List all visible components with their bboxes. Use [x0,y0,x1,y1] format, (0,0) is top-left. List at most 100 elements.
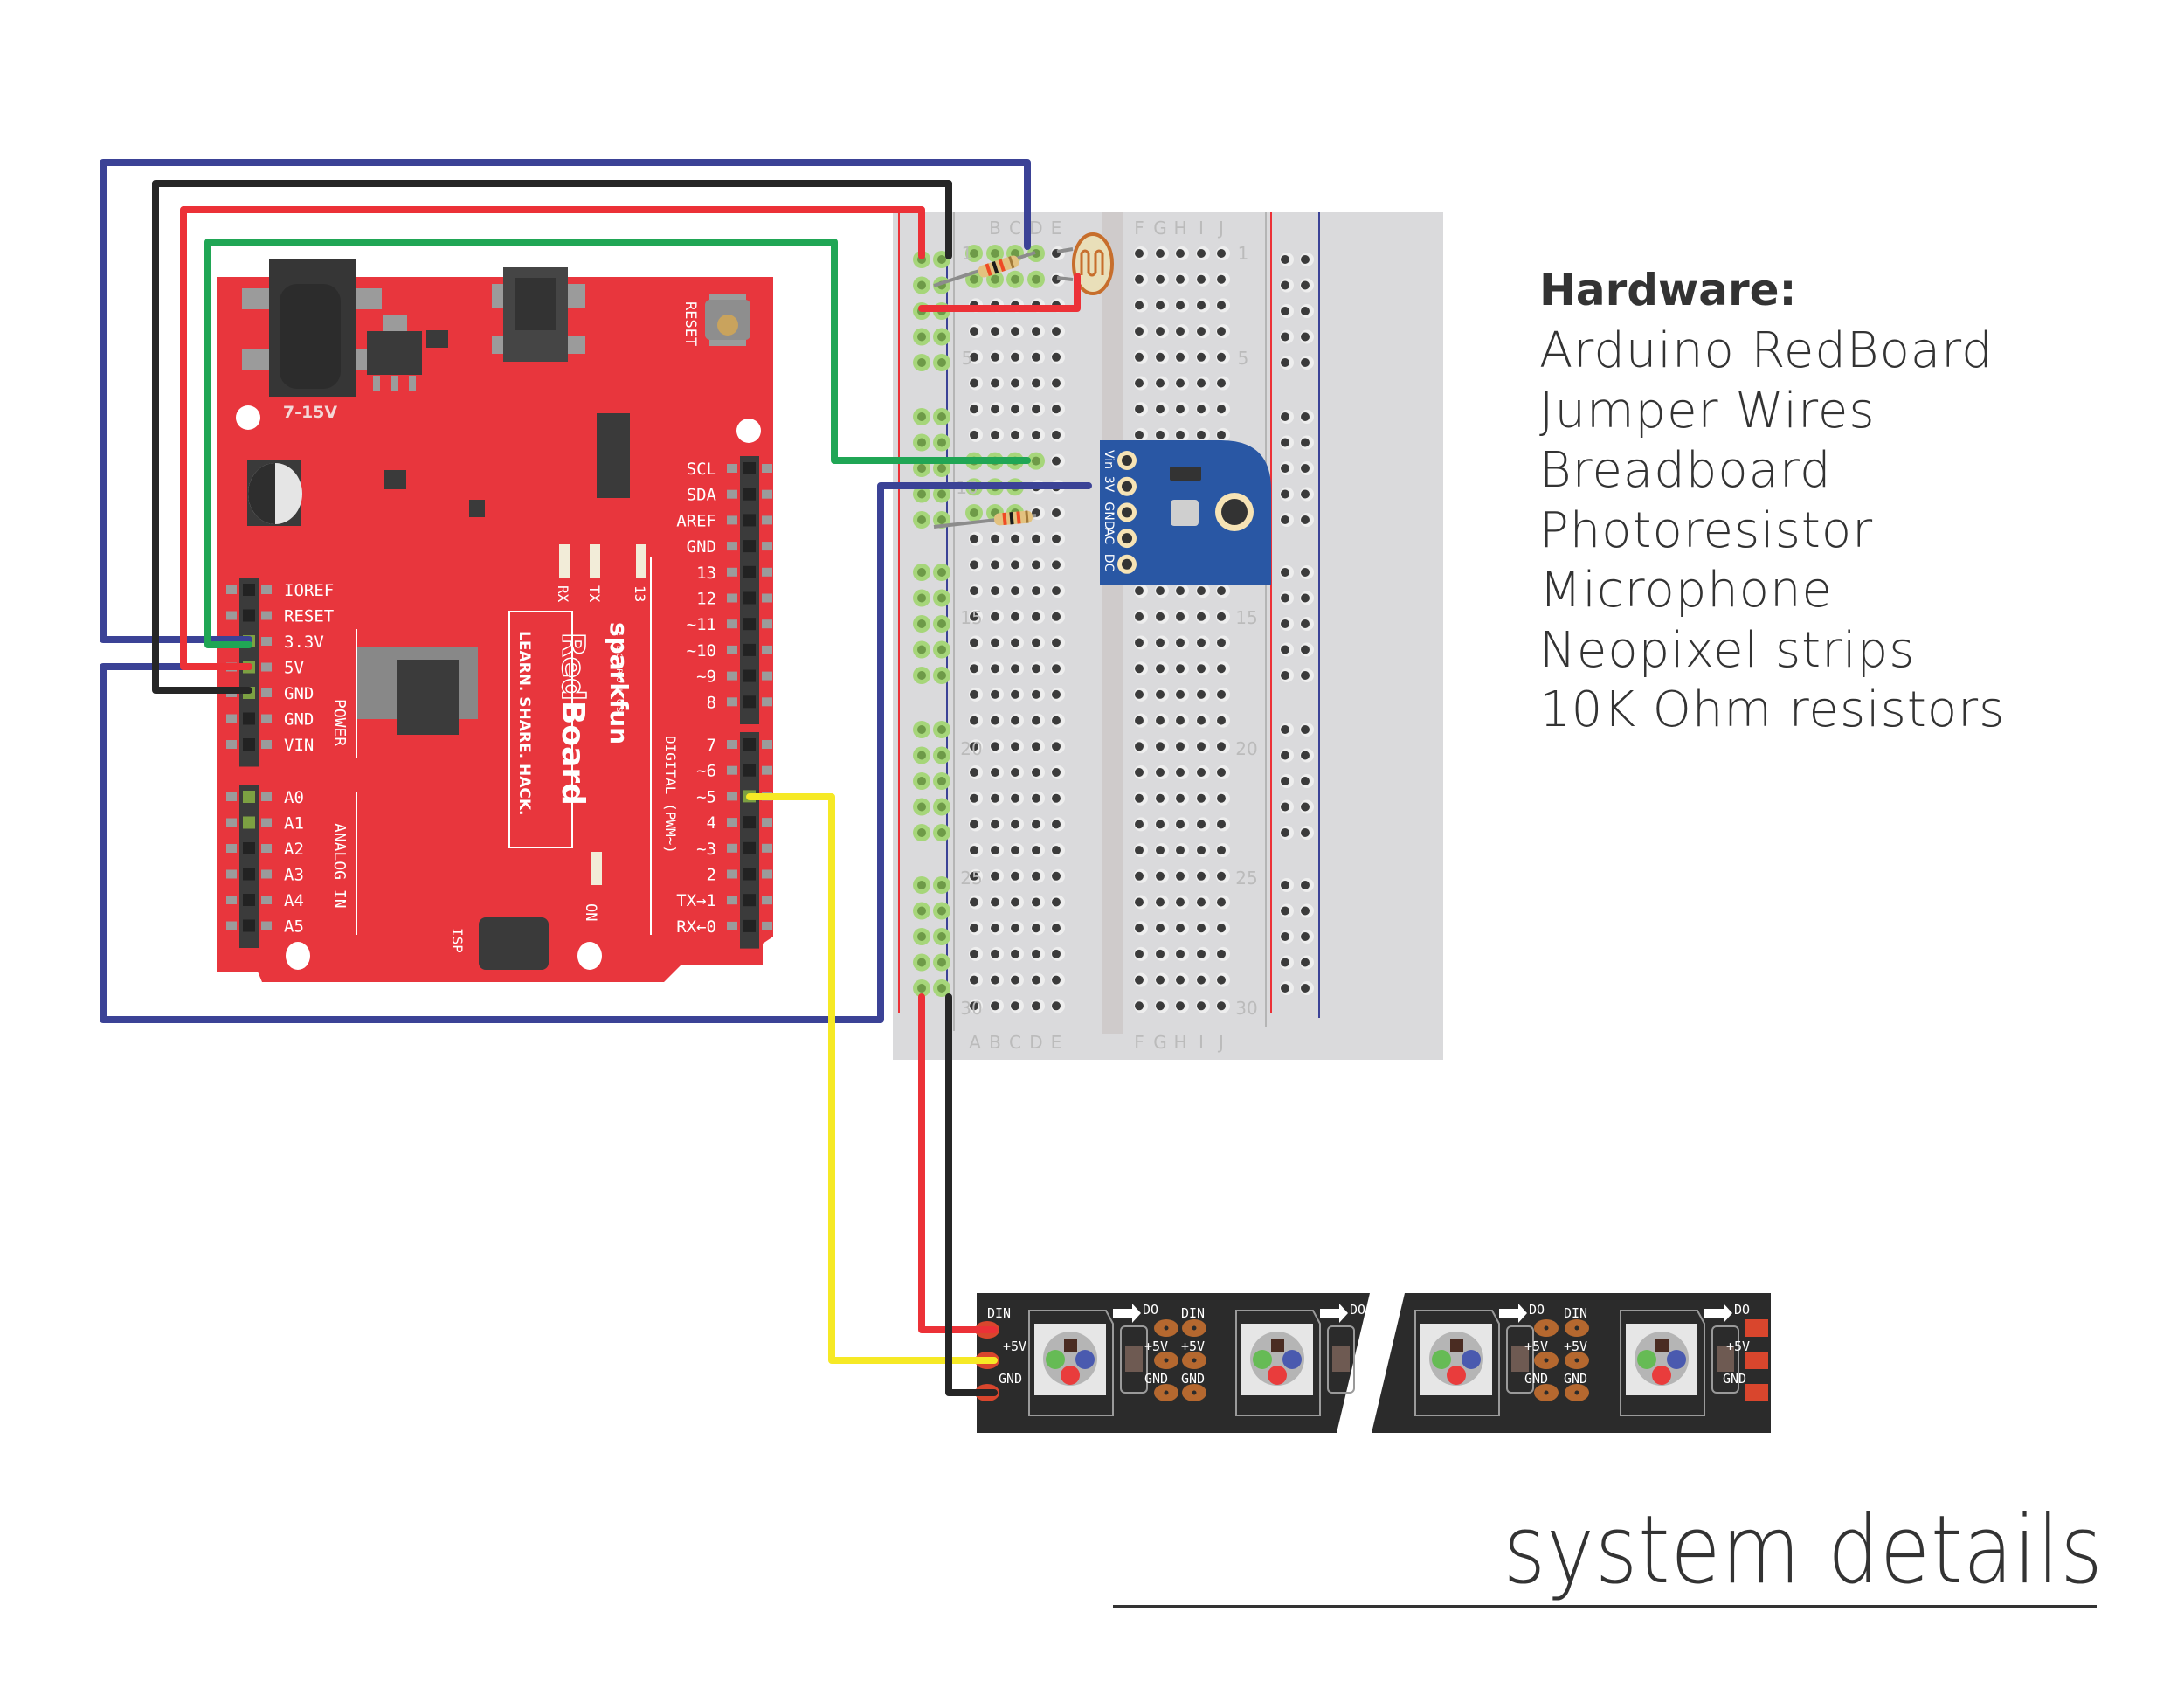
col-label-bottom-j: J [1217,1032,1224,1053]
breadboard-hole-center [1032,378,1040,388]
header-pin[interactable] [243,791,255,803]
header-pin[interactable] [743,618,756,631]
pin-label: RX←0 [676,917,716,937]
rail-hole-center [1281,489,1289,499]
rail-hole-center [1301,802,1310,812]
header-pin[interactable] [743,488,756,501]
usb-serial-chip [597,413,630,498]
mic-pin-center [1122,533,1132,544]
breadboard-hole-center [1011,897,1019,907]
end-solder-pad[interactable] [1745,1384,1768,1401]
breadboard-hole-center [991,560,999,570]
rail-hole-center [937,671,946,680]
on-led-label: ON [582,903,599,921]
breadboard-hole-center [1052,768,1061,777]
breadboard-hole-center [991,742,999,751]
header-pin[interactable] [743,565,756,578]
breadboard-hole-center [1217,793,1226,803]
rail-hole-center [917,645,926,654]
header-pin[interactable] [743,919,756,932]
breadboard-hole-center [1176,638,1185,647]
header-pin[interactable] [743,894,756,907]
breadboard-hole-center [1217,897,1226,907]
header-pin[interactable] [243,894,255,906]
header-pin[interactable] [743,540,756,553]
led-die [1271,1339,1284,1352]
pin-label: RESET [284,607,334,626]
col-label-top-g: G [1153,218,1167,239]
header-pin[interactable] [243,816,255,829]
breadboard-hole-center [1176,586,1185,596]
rail-hole-center [917,881,926,889]
header-pin[interactable] [743,816,756,829]
row-label-right-20: 20 [1235,738,1257,759]
breadboard-hole-center [1197,274,1206,284]
rail-hole-center [917,777,926,785]
header-pin[interactable] [743,695,756,709]
header-pin[interactable] [243,609,255,622]
rail-hole-center [1281,332,1289,342]
breadboard-hole-center [1176,430,1185,439]
breadboard-hole-center [1217,664,1226,674]
breadboard-hole-center [991,897,999,907]
rail-hole-center [917,464,926,473]
end-solder-pad[interactable] [1745,1319,1768,1337]
rail-hole-center [1301,958,1310,967]
breadboard-hole-center [970,560,978,570]
breadboard-hole-center [1176,378,1185,388]
pin-label: 3.3V [284,633,324,652]
col-label-bottom-h: H [1173,1032,1186,1053]
breadboard-hole-center [1011,768,1019,777]
header-pin[interactable] [743,591,756,605]
row-label-right-15: 15 [1235,607,1257,628]
breadboard-hole-center [991,534,999,543]
header-pin[interactable] [243,584,255,596]
reset-button-cap[interactable] [717,315,738,336]
regulator-leg [391,376,398,391]
mic-pin-center [1122,455,1132,466]
rail-hole-center [937,255,946,264]
header-pin[interactable] [743,738,756,751]
header-pin-lead [727,896,737,905]
breadboard-hole-center [1011,1001,1019,1011]
end-solder-pad[interactable] [1745,1352,1768,1369]
rail-hole-center [1281,593,1289,603]
header-pin[interactable] [743,462,756,474]
breadboard-hole-center [1052,508,1061,517]
header-pin[interactable] [243,842,255,854]
header-pin[interactable] [743,868,756,881]
breadboard-hole-center [1197,638,1206,647]
rail-hole-center [1301,307,1310,315]
header-pin[interactable] [743,841,756,854]
breadboard-hole-center [1197,949,1206,958]
rail-hole-center [1301,489,1310,499]
col-label-top-f: F [1134,218,1144,239]
breadboard-hole-center [1032,352,1040,362]
col-label-top-d: D [1029,218,1042,239]
header-pin[interactable] [243,712,255,725]
header-pin[interactable] [243,738,255,751]
rail-hole-center [917,725,926,734]
photoresistor-leg [1056,276,1074,281]
rail-hole-center [1281,645,1289,654]
header-pin-lead [727,515,737,525]
header-pin[interactable] [243,919,255,932]
breadboard-hole-center [970,820,978,829]
breadboard-hole-center [1052,793,1061,803]
rail-hole-center [1301,568,1310,577]
led-blue [1282,1350,1302,1369]
header-pin-lead [226,740,237,749]
header-pin[interactable] [743,514,756,527]
breadboard-hole-center [970,508,978,517]
header-pin[interactable] [743,669,756,682]
header-pin[interactable] [743,643,756,656]
header-pin[interactable] [243,868,255,881]
rail-hole-center [1281,358,1289,367]
led-die [1064,1339,1077,1352]
breadboard-hole-center [1135,664,1144,674]
header-pin[interactable] [743,764,756,777]
breadboard-hole-center [1176,768,1185,777]
header-pin-lead [261,896,272,904]
rail-hole-center [937,489,946,499]
breadboard-hole-center [970,327,978,336]
